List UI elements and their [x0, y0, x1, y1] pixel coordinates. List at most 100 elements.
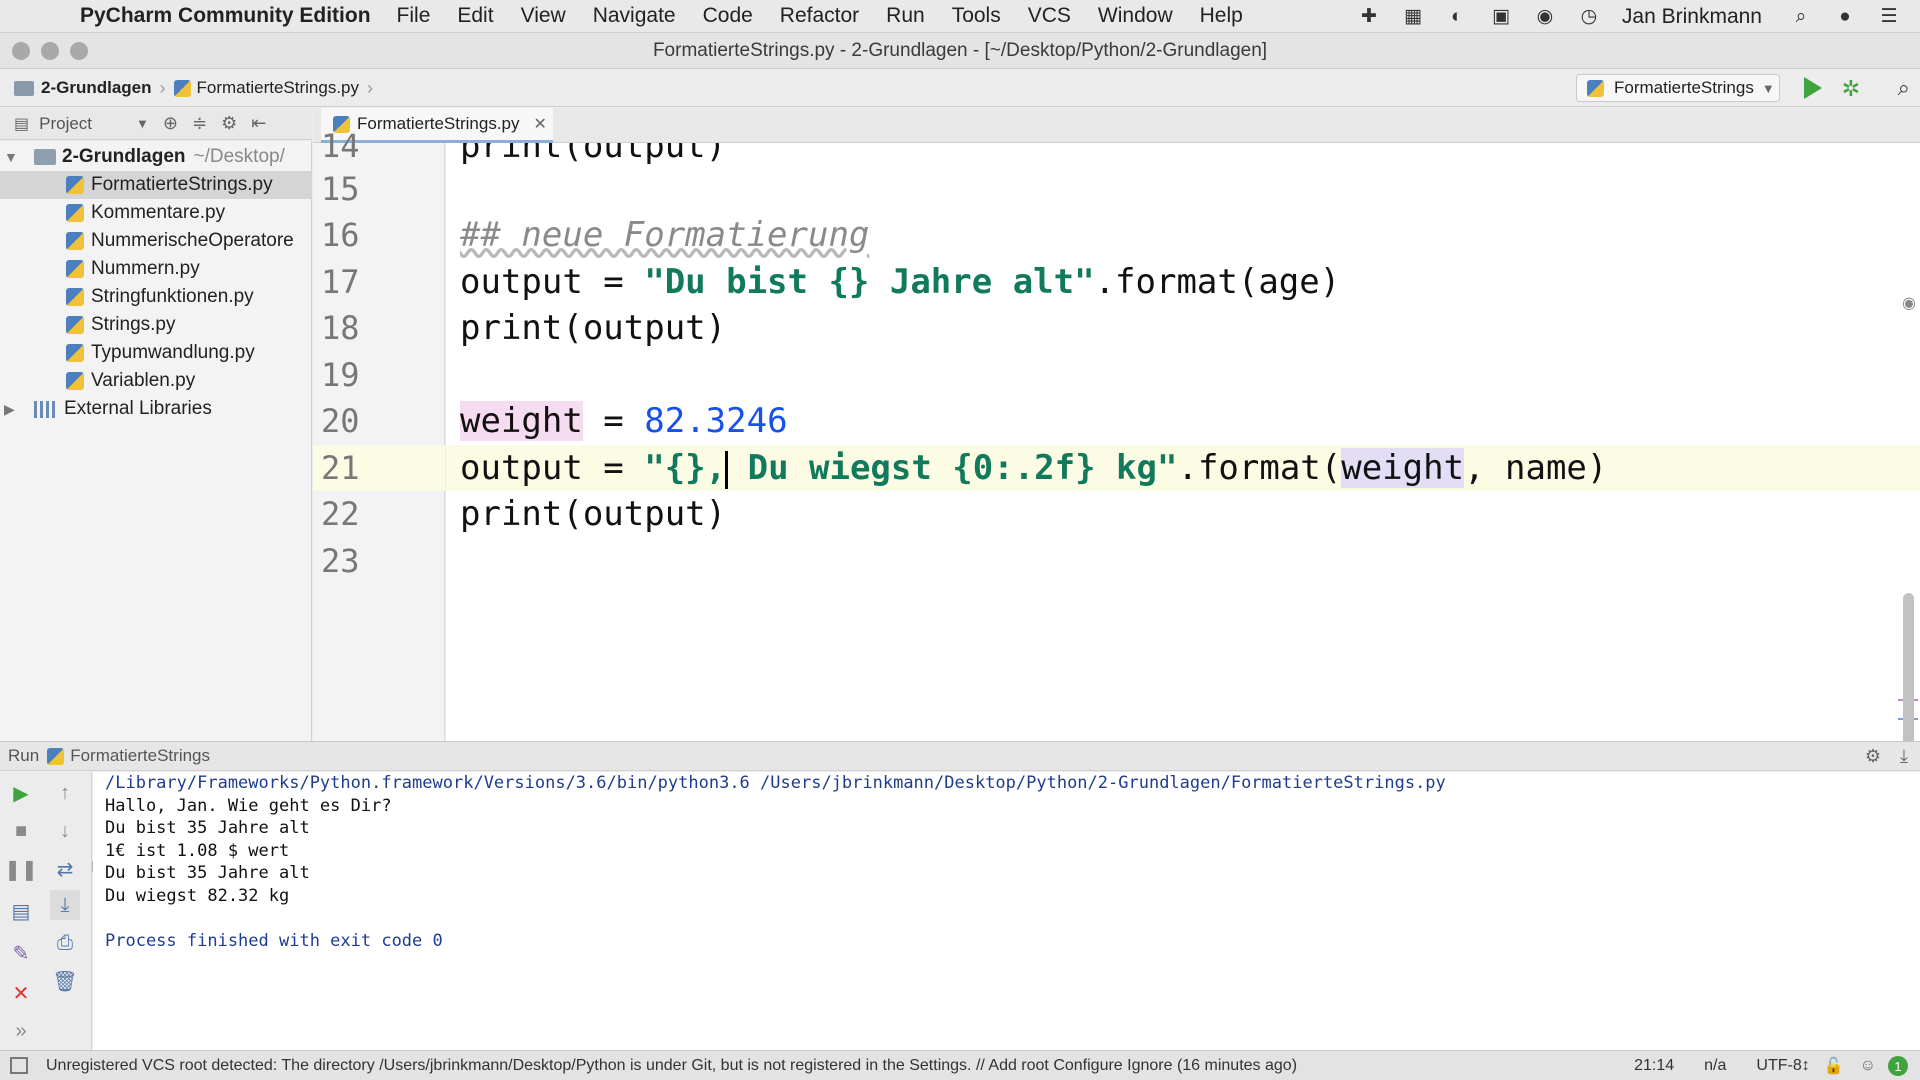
run-icon[interactable]	[1804, 77, 1822, 99]
debug-bug-icon[interactable]: ✲	[1842, 76, 1860, 102]
code-editor[interactable]: print(output) ## neue Formatierung outpu…	[446, 143, 1920, 741]
hide-panel-icon[interactable]: ⇤	[251, 113, 266, 134]
tree-file-item[interactable]: Variablen.py	[0, 367, 312, 395]
menu-file[interactable]: File	[397, 4, 431, 28]
notification-center-icon[interactable]: ☰	[1876, 6, 1902, 28]
menu-tools[interactable]: Tools	[952, 4, 1001, 28]
menu-code[interactable]: Code	[703, 4, 753, 28]
eye-icon[interactable]: ◉	[1902, 293, 1916, 313]
run-window-config[interactable]: FormatierteStrings	[70, 746, 210, 766]
line-number: 15	[321, 170, 360, 208]
run-configuration-select[interactable]: FormatierteStrings ▼	[1576, 74, 1780, 102]
more-icon[interactable]: »	[6, 1016, 36, 1046]
python-file-icon	[66, 176, 84, 194]
file-encoding[interactable]: UTF-8↕	[1756, 1057, 1809, 1075]
lock-icon[interactable]: 🔓	[1824, 1056, 1844, 1076]
code-line-current[interactable]: output = "{}, Du wiegst {0:.2f} kg".form…	[446, 445, 1920, 491]
restore-layout-icon[interactable]: ▤	[6, 896, 36, 926]
leaf-icon[interactable]: ◐	[1444, 6, 1470, 28]
pin-icon[interactable]: ✎	[6, 938, 36, 968]
spotlight-search-icon[interactable]: ⌕	[1788, 6, 1814, 28]
console-output-line: Du wiegst 82.32 kg	[105, 885, 290, 906]
print-icon[interactable]: ⎙	[50, 928, 80, 958]
chat-icon[interactable]: ◉	[1532, 6, 1558, 28]
gear-icon[interactable]: ⚙	[221, 113, 237, 134]
soft-wrap-icon[interactable]: ⇄	[50, 854, 80, 884]
project-view-select[interactable]: Project	[39, 114, 92, 134]
line-number-gutter: 14 15 16 17 18 19 20 21 22 23	[313, 127, 445, 741]
menu-navigate[interactable]: Navigate	[593, 4, 676, 28]
clapper-icon[interactable]: ▦	[1400, 6, 1426, 28]
pause-icon[interactable]: ❚❚	[4, 854, 38, 884]
menu-vcs[interactable]: VCS	[1028, 4, 1071, 28]
menu-run[interactable]: Run	[886, 4, 925, 28]
line-number: 17	[321, 263, 360, 301]
camera-icon[interactable]: ▣	[1488, 6, 1514, 28]
code-line[interactable]: output = "Du bist {} Jahre alt".format(a…	[446, 259, 1920, 305]
event-log-badge[interactable]: 1	[1888, 1056, 1908, 1076]
code-line[interactable]: print(output)	[446, 143, 1920, 169]
code-line[interactable]: print(output)	[446, 491, 1920, 537]
menu-help[interactable]: Help	[1200, 4, 1243, 28]
menu-edit[interactable]: Edit	[457, 4, 493, 28]
code-line[interactable]: ## neue Formatierung	[446, 212, 1920, 258]
string-literal: "{},	[644, 448, 727, 488]
menu-view[interactable]: View	[521, 4, 566, 28]
tree-file-item[interactable]: Strings.py	[0, 311, 312, 339]
console-exit-message: Process finished with exit code 0	[105, 930, 443, 951]
python-file-icon	[66, 288, 84, 306]
tree-file-item[interactable]: Stringfunktionen.py	[0, 283, 312, 311]
code-line[interactable]: print(output)	[446, 305, 1920, 351]
string-literal: "Du bist {} Jahre alt"	[644, 262, 1095, 302]
status-message[interactable]: Unregistered VCS root detected: The dire…	[46, 1057, 1297, 1075]
close-tab-icon[interactable]: ✕	[534, 114, 547, 134]
collapse-all-icon[interactable]: ≑	[192, 113, 207, 134]
vertical-scrollbar[interactable]	[1903, 593, 1914, 741]
menu-window[interactable]: Window	[1098, 4, 1173, 28]
run-tool-window-header: Run FormatierteStrings ⚙ ⤓	[0, 741, 1920, 771]
window-titlebar: FormatierteStrings.py - 2-Grundlagen - […	[0, 33, 1920, 69]
close-icon[interactable]: ✕	[6, 978, 36, 1008]
down-arrow-icon[interactable]: ↓	[50, 816, 80, 846]
tree-file-item[interactable]: FormatierteStrings.py	[0, 171, 312, 199]
inspector-icon[interactable]: ☺	[1860, 1057, 1876, 1075]
trash-icon[interactable]: 🗑	[50, 966, 80, 996]
caret-position[interactable]: 21:14	[1634, 1057, 1674, 1075]
breadcrumb-file[interactable]: FormatierteStrings.py	[173, 78, 359, 98]
stop-icon[interactable]: ■	[6, 816, 36, 846]
tree-file-item[interactable]: Nummern.py	[0, 255, 312, 283]
line-separator[interactable]: n/a	[1704, 1057, 1726, 1075]
up-arrow-icon[interactable]: ↑	[50, 778, 80, 808]
hide-panel-icon[interactable]: ⤓	[1900, 746, 1908, 766]
app-menu[interactable]: PyCharm Community Edition	[80, 4, 371, 28]
menu-refactor[interactable]: Refactor	[780, 4, 859, 28]
user-name[interactable]: Jan Brinkmann	[1622, 5, 1762, 29]
run-toolbar: ▶ ↑ ■ ↓ ❚❚ ⇄ ▤ ⤓ ✎ ⎙ ✕ 🗑 »	[0, 772, 92, 1050]
siri-icon[interactable]: ●	[1832, 6, 1858, 28]
expand-arrow-icon[interactable]: ▼	[4, 149, 24, 165]
tree-external-libraries[interactable]: ▶ External Libraries	[0, 395, 312, 423]
tree-file-item[interactable]: Typumwandlung.py	[0, 339, 312, 367]
scroll-from-source-icon[interactable]: ⊕	[163, 113, 178, 134]
breadcrumb-project[interactable]: 2-Grundlagen	[14, 78, 152, 98]
rerun-icon[interactable]: ▶	[6, 778, 36, 808]
plus-icon[interactable]: ✚	[1356, 6, 1382, 28]
python-file-icon	[66, 372, 84, 390]
chevron-down-icon[interactable]: ▼	[136, 116, 149, 131]
breadcrumb-separator-icon: ›	[159, 77, 166, 98]
scroll-to-end-icon[interactable]: ⤓	[50, 890, 80, 920]
tree-root-folder[interactable]: ▼ 2-Grundlagen ~/Desktop/	[0, 143, 312, 171]
time-machine-icon[interactable]: ◷	[1576, 6, 1602, 28]
line-number: 22	[321, 495, 360, 533]
expand-arrow-icon[interactable]: ▶	[4, 401, 24, 418]
search-everywhere-icon[interactable]: ⌕	[1898, 75, 1910, 101]
code-line[interactable]: weight = 82.3246	[446, 398, 1920, 444]
run-window-label: Run	[8, 746, 40, 765]
run-console[interactable]: /Library/Frameworks/Python.framework/Ver…	[93, 772, 1920, 1050]
python-file-icon	[66, 316, 84, 334]
gear-icon[interactable]: ⚙	[1865, 746, 1881, 766]
tree-file-item[interactable]: Kommentare.py	[0, 199, 312, 227]
tool-windows-icon[interactable]	[10, 1057, 28, 1074]
tree-file-item[interactable]: NummerischeOperatore	[0, 227, 312, 255]
line-number: 14	[321, 127, 360, 165]
